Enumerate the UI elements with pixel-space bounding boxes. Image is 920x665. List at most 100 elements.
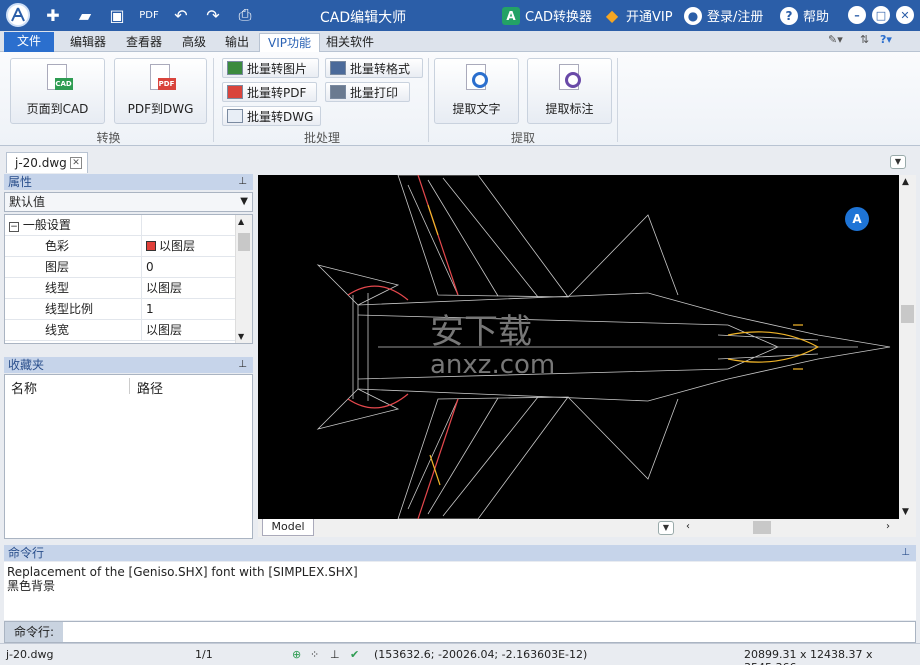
property-key: 线型 [5, 278, 142, 299]
save-icon[interactable]: ▣ [106, 4, 128, 26]
watermark-site: anxz.com [430, 350, 555, 380]
batch-to-image-button[interactable]: 批量转图片 [222, 58, 319, 78]
menu-file[interactable]: 文件 [4, 32, 54, 52]
document-tab-bar: j-20.dwg ✕ ▼ [0, 147, 920, 173]
close-tab-icon[interactable]: ✕ [70, 157, 82, 169]
app-logo-icon[interactable] [6, 3, 30, 27]
property-value: 0 [146, 260, 154, 274]
extract-text-label: 提取文字 [452, 102, 501, 116]
canvas-vertical-scrollbar[interactable]: ▲ ▼ [899, 175, 916, 519]
minimize-icon[interactable]: – [848, 6, 866, 24]
favorites-column-path[interactable]: 路径 [137, 378, 163, 397]
group-divider [213, 58, 214, 142]
batch-print-button[interactable]: 批量打印 [325, 82, 410, 102]
check-icon[interactable]: ✔ [350, 648, 359, 661]
properties-grid: − 一般设置 色彩 以图层 图层 0 线型 以图层 线型比例 1 线宽 以图层 … [4, 214, 253, 344]
property-key: 线型比例 [5, 299, 142, 320]
cad-converter-button[interactable]: A CAD转换器 [502, 6, 592, 25]
extract-annotation-button[interactable]: 提取标注 [527, 58, 612, 124]
batch-to-dwg-button[interactable]: 批量转DWG [222, 106, 321, 126]
properties-select[interactable]: 默认值 ▼ [4, 192, 253, 212]
properties-title: 属性 [8, 175, 33, 189]
help-menu-icon[interactable]: ?▾ [880, 33, 892, 46]
batch-to-format-button[interactable]: 批量转格式 [325, 58, 423, 78]
converter-icon: A [502, 6, 520, 25]
image-icon [227, 61, 243, 75]
tab-viewer[interactable]: 查看器 [118, 33, 170, 52]
new-file-icon[interactable]: ✚ [42, 4, 64, 26]
redo-icon[interactable]: ↷ [202, 4, 224, 26]
undo-icon[interactable]: ↶ [170, 4, 192, 26]
batch-to-pdf-label: 批量转PDF [247, 85, 307, 100]
document-tab[interactable]: j-20.dwg ✕ [6, 152, 88, 173]
property-row[interactable]: 色彩 以图层 [5, 236, 235, 257]
drawing-canvas[interactable]: 安下载 anxz.com [258, 175, 899, 519]
property-row[interactable]: 线型比例 1 [5, 299, 235, 320]
properties-header: 属性 ⊥ [4, 174, 253, 190]
tab-advanced[interactable]: 高级 [174, 33, 214, 52]
chevron-down-icon[interactable]: ▼ [890, 155, 906, 169]
command-input-label: 命令行: [5, 622, 63, 642]
ribbon: CAD 页面到CAD PDF PDF到DWG 转换 批量转图片 批量转PDF 批… [0, 52, 920, 146]
canvas-horizontal-scrollbar[interactable]: ▼ ‹ › [258, 519, 916, 537]
tab-vip[interactable]: VIP功能 [259, 33, 320, 52]
properties-scrollbar[interactable]: ▲ ▼ [235, 215, 252, 343]
property-row[interactable]: 线型 以图层 [5, 278, 235, 299]
property-section[interactable]: − 一般设置 [5, 215, 235, 236]
diamond-icon: ◆ [605, 6, 619, 25]
window-title: CAD编辑大师 [320, 10, 407, 26]
favorites-column-name[interactable]: 名称 [11, 378, 37, 397]
tab-output[interactable]: 输出 [217, 33, 257, 52]
group-divider [617, 58, 618, 142]
favorites-header: 收藏夹 ⊥ [4, 357, 253, 373]
open-folder-icon[interactable]: ▰ [74, 4, 96, 26]
pdf-icon[interactable]: PDF [138, 4, 160, 26]
layout-menu-icon[interactable]: ▼ [658, 521, 674, 535]
page-to-cad-button[interactable]: CAD 页面到CAD [10, 58, 105, 124]
maximize-icon[interactable]: □ [872, 6, 890, 24]
ortho-icon[interactable]: ⊥ [330, 648, 340, 661]
command-output-line: Replacement of the [Geniso.SHX] font wit… [7, 565, 358, 579]
title-bar: ✚ ▰ ▣ PDF ↶ ↷ ⎙ CAD编辑大师 A CAD转换器 ◆ 开通VIP… [0, 0, 920, 31]
pin-icon[interactable]: ⊥ [238, 357, 247, 373]
batch-to-image-label: 批量转图片 [247, 61, 308, 76]
property-row[interactable]: 线宽 以图层 [5, 320, 235, 341]
property-value: 1 [146, 302, 154, 316]
pdf-to-dwg-button[interactable]: PDF PDF到DWG [114, 58, 207, 124]
status-coordinates: (153632.6; -20026.04; -2.163603E-12) [374, 648, 588, 661]
property-key: 图层 [5, 257, 142, 278]
user-icon: ● [684, 6, 702, 25]
pin-icon[interactable]: ⊥ [901, 545, 910, 561]
translate-float-icon[interactable]: A [845, 207, 869, 231]
property-key: 色彩 [5, 236, 142, 257]
help-label: 帮助 [803, 10, 830, 25]
close-icon[interactable]: ✕ [896, 6, 914, 24]
help-button[interactable]: ? 帮助 [780, 6, 829, 25]
property-key: 线宽 [5, 320, 142, 341]
collapse-icon[interactable]: − [9, 222, 19, 232]
batch-to-pdf-button[interactable]: 批量转PDF [222, 82, 317, 102]
extract-text-button[interactable]: 提取文字 [434, 58, 519, 124]
extract-annotation-label: 提取标注 [545, 102, 594, 116]
tab-editor[interactable]: 编辑器 [62, 33, 114, 52]
command-title: 命令行 [8, 546, 45, 560]
status-drawing-size: 20899.31 x 12438.37 x 3545.366 [744, 648, 873, 665]
format-icon [330, 61, 346, 75]
snap-icon[interactable]: ⊕ [292, 648, 301, 661]
login-button[interactable]: ● 登录/注册 [684, 6, 763, 25]
grid-icon[interactable]: ⁘ [310, 648, 319, 661]
property-value-text: 以图层 [159, 239, 196, 253]
model-tab[interactable]: Model [262, 519, 314, 536]
pin-icon[interactable]: ⊥ [238, 174, 247, 190]
vip-button[interactable]: ◆ 开通VIP [603, 6, 673, 25]
tab-related[interactable]: 相关软件 [318, 33, 382, 52]
arrows-icon[interactable]: ⇅ [860, 33, 869, 46]
batch-to-dwg-label: 批量转DWG [247, 109, 314, 124]
dwg-file-icon [227, 109, 243, 123]
batch-to-format-label: 批量转格式 [350, 61, 411, 76]
property-row[interactable]: 图层 0 [5, 257, 235, 278]
command-input[interactable]: 命令行: [4, 621, 916, 643]
style-icon[interactable]: ✎▾ [828, 33, 843, 46]
page-to-cad-label: 页面到CAD [26, 102, 89, 116]
print-icon[interactable]: ⎙ [234, 4, 256, 26]
